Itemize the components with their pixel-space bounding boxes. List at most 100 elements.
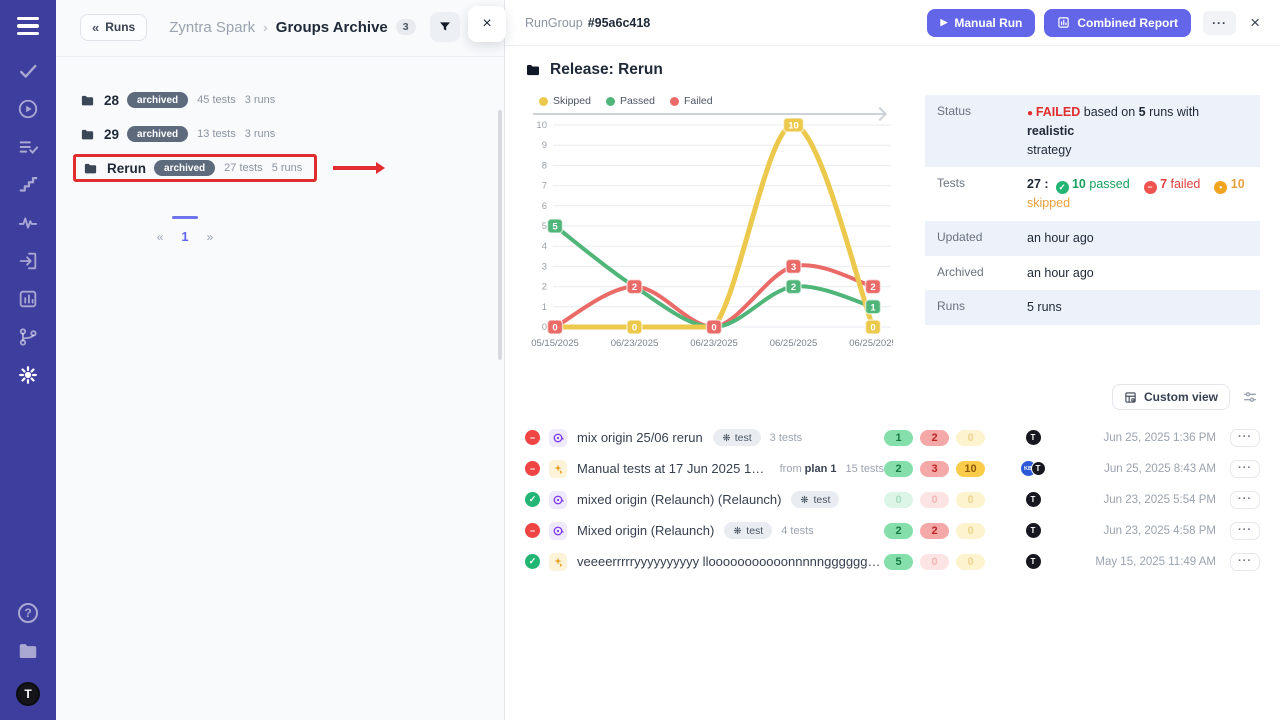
sidebar-item-help[interactable]: ? <box>10 598 46 628</box>
play-icon: ▶ <box>940 17 947 28</box>
run-date: Jun 23, 2025 5:54 PM <box>1066 494 1216 506</box>
svg-text:06/25/2025: 06/25/2025 <box>770 338 818 349</box>
gear-icon <box>722 433 731 442</box>
info-label: Updated <box>937 229 1027 248</box>
legend-item: Passed <box>606 95 655 107</box>
run-tests-count: 4 tests <box>781 525 813 537</box>
sidebar-item-runs[interactable] <box>10 56 46 86</box>
skipped-count-badge: 0 <box>956 523 985 539</box>
filter-button[interactable] <box>430 12 460 42</box>
sidebar-item-branches[interactable] <box>10 322 46 352</box>
panel-close-button[interactable]: × <box>468 6 506 42</box>
group-tests-count: 27 tests <box>224 162 263 174</box>
back-to-runs-button[interactable]: « Runs <box>80 14 147 41</box>
gear-icon <box>800 495 809 504</box>
info-value: 27 : ✓ 10 passed − 7 failed • 10 skipped <box>1027 175 1248 213</box>
run-row[interactable]: −Manual tests at 17 Jun 2025 10:09from p… <box>525 453 1260 484</box>
tag-pill[interactable]: test <box>791 491 839 508</box>
passed-count-badge: 0 <box>884 492 913 508</box>
svg-text:1: 1 <box>870 302 876 313</box>
display-settings-button[interactable] <box>1242 389 1258 405</box>
sidebar-item-settings[interactable] <box>10 360 46 390</box>
sidebar-item-projects[interactable] <box>10 636 46 666</box>
legend-dot-icon <box>670 97 679 106</box>
run-row[interactable]: −mix origin 25/06 reruntest3 tests120TJu… <box>525 422 1260 453</box>
run-from-plan: from plan 1 <box>780 463 837 475</box>
info-value: ● FAILED based on 5 runs with realistic … <box>1027 103 1248 159</box>
scrollbar-thumb[interactable] <box>498 110 502 360</box>
run-more-button[interactable]: ··· <box>1230 429 1260 447</box>
run-more-button[interactable]: ··· <box>1230 491 1260 509</box>
info-label: Tests <box>937 175 1027 213</box>
group-name: 29 <box>104 127 119 142</box>
rungroup-detail-panel: RunGroup #95a6c418 ▶ Manual Run Combined… <box>505 0 1280 720</box>
funnel-icon <box>438 20 452 34</box>
svg-text:06/23/2025: 06/23/2025 <box>611 338 659 349</box>
pagination-page-1[interactable]: 1 <box>181 229 188 244</box>
folder-icon <box>525 62 541 78</box>
menu-button[interactable] <box>10 18 46 48</box>
result-badges: 500 <box>884 554 1000 570</box>
pagination-prev-button[interactable]: « <box>157 230 164 244</box>
group-row[interactable]: 29archived13 tests3 runs <box>80 117 504 151</box>
sidebar-item-steps[interactable] <box>10 170 46 200</box>
info-label: Runs <box>937 298 1027 317</box>
svg-text:3: 3 <box>542 261 547 272</box>
run-row[interactable]: ✓mixed origin (Relaunch) (Relaunch)test0… <box>525 484 1260 515</box>
run-title: Mixed origin (Relaunch) <box>577 523 714 538</box>
passed-count-badge: 1 <box>884 430 913 446</box>
detail-close-button[interactable]: × <box>1250 13 1260 33</box>
group-row[interactable]: Rerunarchived27 tests5 runs <box>80 151 504 185</box>
group-runs-count: 3 runs <box>245 128 276 140</box>
header-more-button[interactable]: ··· <box>1203 11 1236 35</box>
result-badges: 120 <box>884 430 1000 446</box>
pagination-next-button[interactable]: » <box>207 230 214 244</box>
svg-text:0: 0 <box>552 323 557 334</box>
failed-status-icon: − <box>525 430 540 445</box>
avatar: T <box>1026 554 1041 569</box>
run-title: mix origin 25/06 rerun <box>577 430 703 445</box>
sidebar-item-test-plans[interactable] <box>10 132 46 162</box>
annotation-arrow-icon <box>333 166 377 170</box>
info-value: an hour ago <box>1027 264 1248 283</box>
run-more-button[interactable]: ··· <box>1230 553 1260 571</box>
run-more-button[interactable]: ··· <box>1230 522 1260 540</box>
breadcrumb-current: Groups Archive <box>276 19 388 36</box>
info-row: Runs5 runs <box>925 290 1260 325</box>
run-more-button[interactable]: ··· <box>1230 460 1260 478</box>
avatar: T <box>16 682 40 706</box>
archived-badge: archived <box>127 126 188 142</box>
svg-text:05/15/2025: 05/15/2025 <box>531 338 579 349</box>
failed-count-badge: 3 <box>920 461 949 477</box>
result-badges: 000 <box>884 492 1000 508</box>
manual-run-icon <box>549 460 567 478</box>
groups-count-badge: 3 <box>396 19 416 35</box>
skipped-count-badge: 0 <box>956 430 985 446</box>
run-avatars: KBT <box>1000 461 1066 476</box>
rungroup-info-table: Status● FAILED based on 5 runs with real… <box>925 95 1260 358</box>
line-chart: 01234567891005/15/202506/23/202506/23/20… <box>525 115 893 353</box>
sidebar-item-import[interactable] <box>10 246 46 276</box>
groups-panel: « Runs Zyntra Spark › Groups Archive 3 ×… <box>56 0 505 720</box>
play-circle-icon <box>17 98 39 120</box>
svg-text:0: 0 <box>632 323 637 334</box>
run-date: Jun 23, 2025 4:58 PM <box>1066 525 1216 537</box>
custom-view-button[interactable]: Custom view <box>1112 384 1230 410</box>
run-row[interactable]: ✓veeeerrrrryyyyyyyyyy llooooooooooonnnnn… <box>525 546 1260 577</box>
manual-run-button[interactable]: ▶ Manual Run <box>927 9 1035 37</box>
legend-dot-icon <box>539 97 548 106</box>
sidebar-item-analytics[interactable] <box>10 208 46 238</box>
combined-report-button[interactable]: Combined Report <box>1044 9 1191 37</box>
legend-item: Skipped <box>539 95 591 107</box>
sidebar-item-play[interactable] <box>10 94 46 124</box>
group-row[interactable]: 28archived45 tests3 runs <box>80 83 504 117</box>
svg-text:06/25/2025: 06/25/2025 <box>849 338 893 349</box>
sidebar-item-reports[interactable] <box>10 284 46 314</box>
run-row[interactable]: −Mixed origin (Relaunch)test4 tests220TJ… <box>525 515 1260 546</box>
user-avatar-button[interactable]: T <box>10 674 46 704</box>
tag-pill[interactable]: test <box>724 522 772 539</box>
tag-pill[interactable]: test <box>713 429 761 446</box>
info-row: Updatedan hour ago <box>925 221 1260 256</box>
svg-text:2: 2 <box>870 282 875 293</box>
breadcrumb-project[interactable]: Zyntra Spark <box>169 19 255 36</box>
